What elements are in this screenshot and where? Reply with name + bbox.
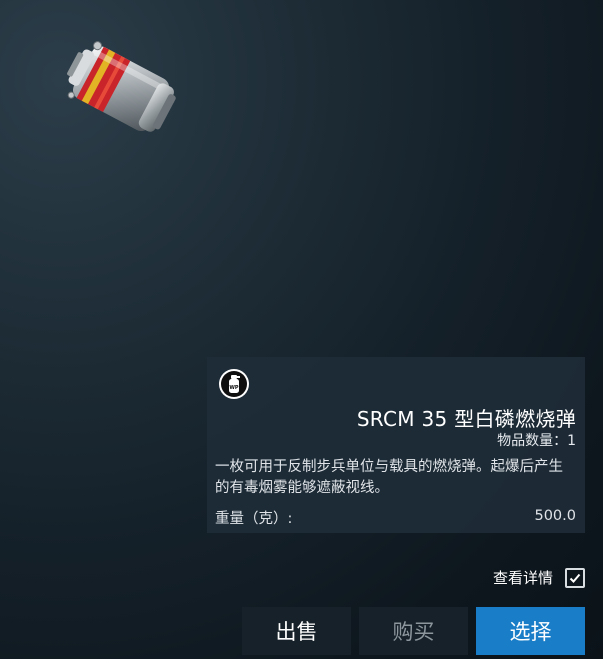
sell-button[interactable]: 出售: [242, 607, 351, 655]
incendiary-grenade-icon: [67, 41, 176, 132]
item-name: SRCM 35 型白磷燃烧弹: [356, 407, 576, 431]
view-details-toggle[interactable]: 查看详情: [493, 567, 585, 588]
weight-label: 重量（克）:: [215, 511, 293, 527]
item-description: 一枚可用于反制步兵单位与载具的燃烧弹。起爆后产生的有毒烟雾能够遮蔽视线。: [215, 459, 563, 496]
item-image: [55, 32, 195, 152]
item-quantity: 物品数量：1: [497, 433, 576, 449]
wp-grenade-icon: WP: [218, 368, 250, 400]
buy-button[interactable]: 购买: [359, 607, 468, 655]
select-button[interactable]: 选择: [476, 607, 585, 655]
svg-text:WP: WP: [229, 385, 239, 391]
view-details-checkbox[interactable]: [565, 567, 585, 588]
weight-value: 500.0: [534, 508, 576, 524]
view-details-label: 查看详情: [492, 569, 553, 587]
check-icon: [569, 573, 581, 583]
item-info-card: WP SRCM 35 型白磷燃烧弹 物品数量：1 一枚可用于反制步兵单位与载具的…: [207, 357, 585, 533]
